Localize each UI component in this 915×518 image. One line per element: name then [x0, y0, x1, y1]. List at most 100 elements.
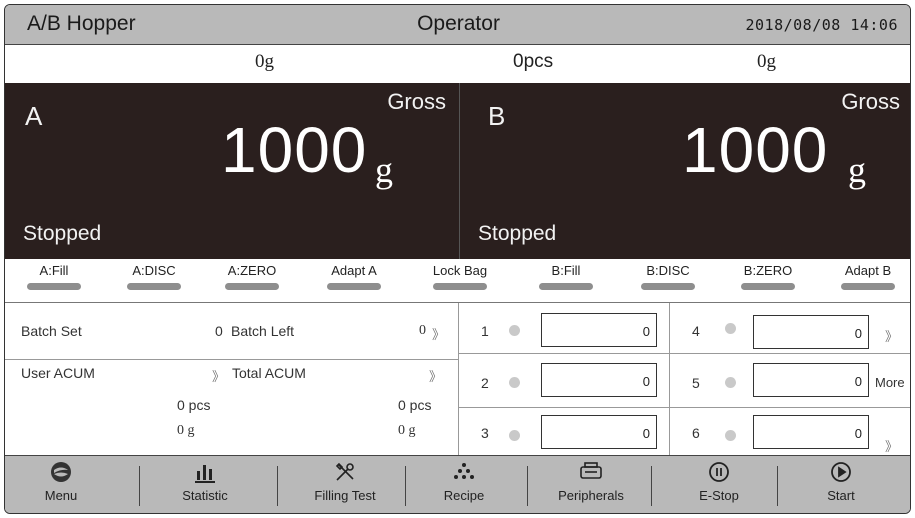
dots-pyramid-icon [429, 460, 499, 486]
nav-divider [527, 466, 528, 506]
recipe-button[interactable]: Recipe [429, 460, 499, 512]
a-zero-button[interactable]: A:ZERO [217, 263, 287, 290]
slot-4-indicator [725, 323, 736, 334]
total-acum-pcs: 0 pcs [398, 397, 432, 413]
tools-icon [303, 460, 387, 486]
statistic-label: Statistic [182, 488, 228, 503]
summary-weight-left: 0g [255, 51, 274, 72]
nav-divider [139, 466, 140, 506]
b-disc-label: B:DISC [646, 263, 690, 278]
scale-b-panel: B Gross 1000 g Stopped [459, 83, 910, 259]
slot-1-field[interactable]: 0 [541, 313, 657, 347]
bottom-nav: Menu Statistic Filling Test Recipe Perip… [5, 455, 910, 513]
total-acum-chevron-icon[interactable]: 》 [429, 366, 442, 385]
data-area: Batch Set 0 Batch Left 0 》 User ACUM 》 T… [5, 303, 910, 455]
slot-4-chevron-icon[interactable]: 》 [885, 326, 898, 345]
recipe-label: Recipe [443, 488, 485, 503]
a-zero-indicator [225, 283, 279, 290]
slot-2-indicator [509, 377, 520, 388]
a-fill-indicator [27, 283, 81, 290]
title-bar: A/B Hopper Operator 2018/08/08 14:06 [5, 5, 910, 45]
slot-5-field[interactable]: 0 [753, 363, 869, 397]
slot-3-field[interactable]: 0 [541, 415, 657, 449]
statistic-button[interactable]: Statistic [165, 460, 245, 512]
batch-left-value: 0 [419, 323, 426, 338]
total-acum-label: Total ACUM [232, 365, 306, 381]
printer-icon [545, 460, 637, 486]
a-disc-button[interactable]: A:DISC [119, 263, 189, 290]
batch-left-chevron-icon[interactable]: 》 [432, 324, 445, 343]
menu-button[interactable]: Menu [31, 460, 91, 512]
slot-4-number: 4 [692, 323, 700, 339]
start-label: Start [827, 488, 855, 503]
user-acum-chevron-icon[interactable]: 》 [212, 366, 225, 385]
menu-label: Menu [44, 488, 78, 503]
scale-b-unit: g [848, 150, 866, 190]
scale-a-panel: A Gross 1000 g Stopped [5, 83, 458, 259]
start-button[interactable]: Start [811, 460, 871, 512]
adapt-a-indicator [327, 283, 381, 290]
batch-panel: Batch Set 0 Batch Left 0 》 User ACUM 》 T… [5, 303, 458, 455]
play-circle-icon [811, 460, 871, 486]
adapt-a-label: Adapt A [331, 263, 377, 278]
batch-set-value[interactable]: 0 [215, 323, 223, 339]
user-acum-pcs: 0 pcs [177, 397, 211, 413]
summary-count: 0pcs [513, 51, 554, 72]
b-zero-label: B:ZERO [743, 263, 793, 278]
b-fill-label: B:Fill [551, 263, 581, 278]
slot-3-indicator [509, 430, 520, 441]
batch-set-label: Batch Set [21, 323, 82, 339]
user-acum-weight: 0 g [177, 423, 195, 438]
e-stop-button[interactable]: E-Stop [689, 460, 749, 512]
b-zero-button[interactable]: B:ZERO [733, 263, 803, 290]
slots-column-divider [669, 303, 670, 455]
filling-test-label: Filling Test [314, 488, 376, 503]
b-disc-button[interactable]: B:DISC [633, 263, 703, 290]
slot-6-number: 6 [692, 425, 700, 441]
scale-b-mode: Gross [841, 89, 900, 114]
adapt-b-indicator [841, 283, 895, 290]
user-acum-label: User ACUM [21, 365, 95, 381]
lock-bag-button[interactable]: Lock Bag [425, 263, 495, 290]
slot-6-field[interactable]: 0 [753, 415, 869, 449]
a-zero-label: A:ZERO [227, 263, 277, 278]
lock-bag-indicator [433, 283, 487, 290]
total-acum-weight: 0 g [398, 423, 416, 438]
filling-test-button[interactable]: Filling Test [303, 460, 387, 512]
slots-row-divider-2 [458, 407, 910, 408]
scale-b-weight: 1000 [682, 114, 829, 186]
slot-6-chevron-icon[interactable]: 》 [885, 436, 898, 455]
scale-b-letter: B [488, 101, 506, 131]
peripherals-button[interactable]: Peripherals [545, 460, 637, 512]
e-stop-label: E-Stop [699, 488, 739, 503]
slot-2-field[interactable]: 0 [541, 363, 657, 397]
bar-chart-icon [165, 460, 245, 486]
b-disc-indicator [641, 283, 695, 290]
b-zero-indicator [741, 283, 795, 290]
slots-row-divider-1 [458, 353, 910, 354]
adapt-a-button[interactable]: Adapt A [319, 263, 389, 290]
peripherals-label: Peripherals [558, 488, 624, 503]
slot-5-number: 5 [692, 375, 700, 391]
slot-3-number: 3 [481, 425, 489, 441]
adapt-b-button[interactable]: Adapt B [833, 263, 903, 290]
slot-2-number: 2 [481, 375, 489, 391]
scale-a-weight: 1000 [221, 114, 368, 186]
logo-icon [31, 460, 91, 486]
slot-4-field[interactable]: 0 [753, 315, 869, 349]
weight-displays: A Gross 1000 g Stopped B Gross 1000 g St… [5, 83, 910, 259]
slot-6-indicator [725, 430, 736, 441]
b-fill-button[interactable]: B:Fill [531, 263, 601, 290]
action-bar: A:Fill A:DISC A:ZERO Adapt A Lock Bag B:… [5, 259, 910, 303]
batch-left-label: Batch Left [231, 323, 295, 339]
a-fill-button[interactable]: A:Fill [19, 263, 89, 290]
lock-bag-label: Lock Bag [432, 263, 488, 278]
slot-5-indicator [725, 377, 736, 388]
slot-1-indicator [509, 325, 520, 336]
batch-divider [5, 359, 458, 360]
more-button[interactable]: More [875, 375, 905, 390]
a-fill-label: A:Fill [39, 263, 69, 278]
scale-a-unit: g [375, 150, 393, 190]
a-disc-label: A:DISC [132, 263, 176, 278]
summary-weight-right: 0g [757, 51, 776, 72]
